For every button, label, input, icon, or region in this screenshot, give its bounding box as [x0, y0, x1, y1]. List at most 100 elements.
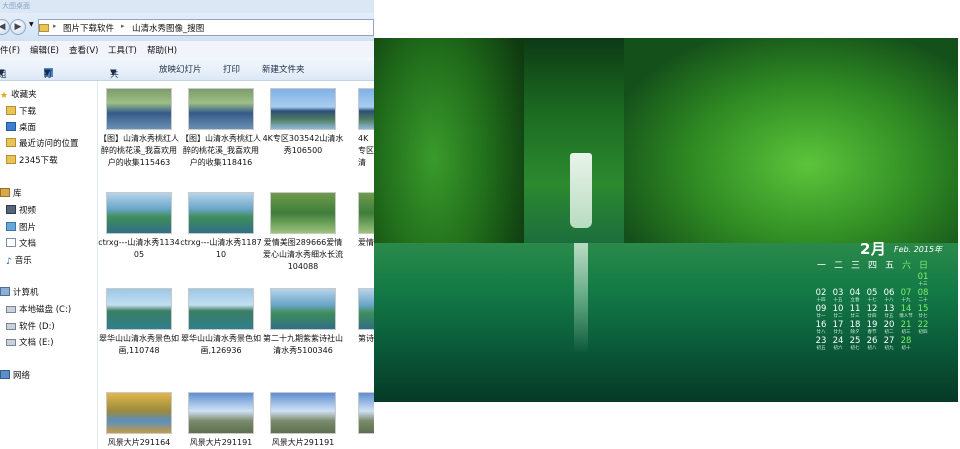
explorer-window: 大图桌面 ◀ ▶ ▼ ▸ 图片下载软件 ▸ 山清水秀图像_搜图 件(F) 编辑(… [0, 0, 374, 449]
recent-icon [6, 138, 16, 147]
menu-tools[interactable]: 工具(T) [108, 44, 137, 56]
calendar-day: 09 廿一 [815, 304, 827, 319]
file-item[interactable]: 4K专区清 [344, 88, 374, 169]
nav-favorites[interactable]: ★ 收藏夹 [0, 88, 37, 102]
drive-icon [6, 339, 16, 346]
document-icon [6, 238, 16, 247]
thumbnail [106, 288, 172, 330]
file-item[interactable]: ctrxg---山清水秀113405 [98, 192, 180, 261]
address-bar-area: ◀ ▶ ▼ ▸ 图片下载软件 ▸ 山清水秀图像_搜图 [0, 13, 374, 41]
print-button[interactable]: 打印 [223, 63, 240, 75]
calendar-day: 08 二十 [917, 288, 929, 303]
nav-pictures[interactable]: 图片 [6, 221, 36, 235]
recent-pages-dropdown[interactable]: ▼ [29, 21, 34, 28]
menu-file[interactable]: 件(F) [0, 44, 20, 56]
file-item[interactable]: 第二十九期紫紫诗社山清水秀5100346 [262, 288, 344, 357]
breadcrumb-item-1[interactable]: 图片下载软件 [63, 22, 114, 34]
file-item[interactable] [344, 392, 374, 434]
folder-icon [6, 155, 16, 164]
calendar-day: 21 初三 [900, 320, 912, 335]
file-item[interactable]: 爱情 [344, 192, 374, 249]
file-item[interactable]: ctrxg---山清水秀118710 [180, 192, 262, 261]
waterfall [570, 153, 592, 228]
breadcrumb-separator: ▸ [121, 22, 125, 30]
menu-edit[interactable]: 编辑(E) [30, 44, 59, 56]
folder-icon [6, 106, 16, 115]
slideshow-button[interactable]: 放映幻灯片 [159, 63, 202, 75]
calendar-day: 23 初五 [815, 336, 827, 351]
file-item[interactable]: 4K专区303542山清水秀106500 [262, 88, 344, 157]
calendar-weekday: 日 [919, 261, 929, 271]
nav-drive-d[interactable]: 软件 (D:) [6, 320, 55, 334]
calendar-day: 07 十九 [900, 288, 912, 303]
menu-view[interactable]: 查看(V) [69, 44, 98, 56]
calendar-day: 26 初八 [866, 336, 878, 351]
calendar-day: 24 初六 [832, 336, 844, 351]
navigation-pane: ★ 收藏夹 下载 桌面 最近访问的位置 2345下载 库 视频 图片 文档 ♪ 音乐… [0, 81, 98, 449]
calendar-day: 01 十三 [917, 272, 929, 287]
computer-icon [0, 287, 10, 296]
thumbnail [270, 192, 336, 234]
file-list: 【图】山清水秀桃红人醉的桃花溪_我喜欢用户的收集115463 【图】山清水秀桃红… [98, 81, 374, 449]
menu-help[interactable]: 帮助(H) [147, 44, 177, 56]
calendar-weekday: 六 [902, 261, 912, 271]
thumbnail [270, 288, 336, 330]
file-item[interactable]: 第诗 [344, 288, 374, 345]
calendar-weekday: 一 [817, 261, 827, 271]
file-item[interactable]: 【图】山清水秀桃红人醉的桃花溪_我喜欢用户的收集118416 [180, 88, 262, 169]
calendar-weekday: 五 [885, 261, 895, 271]
calendar-day: 11 廿三 [849, 304, 861, 319]
calendar-day: 16 廿八 [815, 320, 827, 335]
nav-documents[interactable]: 文档 [6, 237, 36, 251]
waterfall-reflection [574, 243, 588, 353]
thumbnail [106, 192, 172, 234]
file-item[interactable]: 爱情美图289666爱情爱心山清水秀细水长流104088 [262, 192, 344, 273]
file-item[interactable]: 翠华山山清水秀景色如画,126936 [180, 288, 262, 357]
nav-network[interactable]: 网络 [0, 369, 30, 383]
new-folder-button[interactable]: 新建文件夹 [262, 63, 305, 75]
forward-button[interactable]: ▶ [10, 19, 26, 35]
thumbnail [188, 192, 254, 234]
address-input[interactable]: ▸ 图片下载软件 ▸ 山清水秀图像_搜图 [38, 19, 374, 36]
calendar-day: 18 除夕 [849, 320, 861, 335]
nav-videos[interactable]: 视频 [6, 204, 36, 218]
back-button[interactable]: ◀ [0, 19, 10, 35]
nav-drive-e[interactable]: 文档 (E:) [6, 336, 54, 350]
calendar-weekday: 三 [851, 261, 861, 271]
calendar-day: 25 初七 [849, 336, 861, 351]
calendar-day: 03 十五 [832, 288, 844, 303]
thumbnail [106, 88, 172, 130]
drive-icon [6, 306, 16, 313]
calendar-weekday: 四 [868, 261, 878, 271]
window-title: 大图桌面 [0, 0, 374, 13]
calendar-day: 22 初四 [917, 320, 929, 335]
file-item[interactable]: 翠华山山清水秀景色如画,110748 [98, 288, 180, 357]
video-icon [6, 205, 16, 214]
nav-drive-c[interactable]: 本地磁盘 (C:) [6, 303, 71, 317]
thumbnail [358, 288, 374, 330]
calendar-day: 05 十七 [866, 288, 878, 303]
nav-downloads[interactable]: 下载 [6, 105, 36, 119]
file-item[interactable]: 风景大片291191 [262, 392, 344, 449]
wallpaper-preview[interactable]: 2月 Feb. 2015年 一二三四五六日 01 十三 02 十四 03 十五 04 立春 05… [374, 38, 958, 402]
nav-desktop[interactable]: 桌面 [6, 121, 36, 135]
calendar-year: Feb. 2015年 [894, 245, 943, 254]
nav-libraries[interactable]: 库 [0, 187, 22, 201]
breadcrumb-item-2[interactable]: 山清水秀图像_搜图 [132, 22, 204, 34]
nav-computer[interactable]: 计算机 [0, 286, 39, 300]
thumbnail [188, 392, 254, 434]
file-item[interactable]: 风景大片291191 [180, 392, 262, 449]
nav-music[interactable]: ♪ 音乐 [6, 254, 32, 268]
file-item[interactable]: 风景大片291164 [98, 392, 180, 449]
calendar-day: 15 廿七 [917, 304, 929, 319]
calendar-day: 28 初十 [900, 336, 912, 351]
calendar-month: 2月 [860, 240, 887, 258]
desktop-icon [6, 122, 16, 131]
nav-recent-places[interactable]: 最近访问的位置 [6, 137, 79, 151]
drive-icon [6, 323, 16, 330]
menu-bar: 件(F) 编辑(E) 查看(V) 工具(T) 帮助(H) [0, 41, 374, 59]
star-icon: ★ [0, 91, 9, 101]
nav-2345-downloads[interactable]: 2345下载 [6, 154, 58, 168]
file-item[interactable]: 【图】山清水秀桃红人醉的桃花溪_我喜欢用户的收集115463 [98, 88, 180, 169]
thumbnail [106, 392, 172, 434]
